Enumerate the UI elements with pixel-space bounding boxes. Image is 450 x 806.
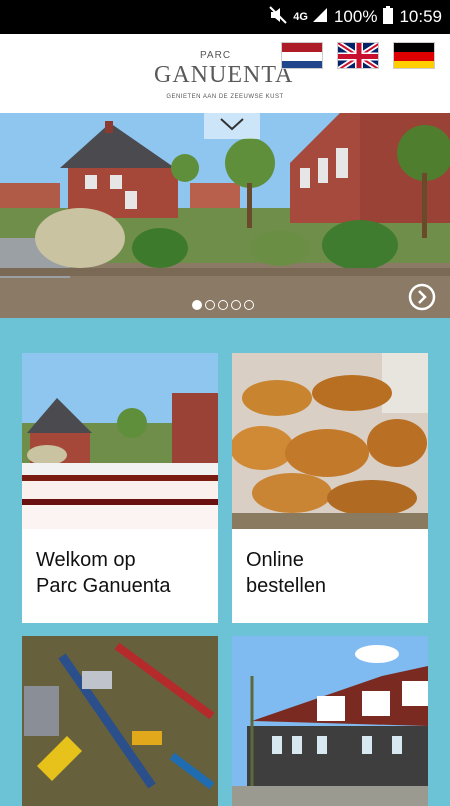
arrow-right-circle-icon[interactable] [408,283,436,311]
carousel-dot[interactable] [218,300,228,310]
tile-image-croissants [232,353,428,529]
app-header: PARC GANUENTA GENIETEN AAN DE ZEEUWSE KU… [0,34,450,113]
battery-percent: 100% [333,7,378,26]
carousel-dot[interactable] [244,300,254,310]
tile-label: Online bestellen [246,547,426,599]
network-type: 4G [293,11,308,23]
tile-houses[interactable] [232,636,428,806]
tile-label-line2: Parc Ganuenta [36,575,171,597]
tile-image-holiday-houses [232,636,428,806]
logo-tagline: GENIETEN AAN DE ZEEUWSE KUST [166,94,284,100]
carousel-indicators [192,300,254,310]
collapse-toggle[interactable] [204,113,260,139]
tile-image-tools [22,636,218,806]
tile-label-line1: Online [246,549,304,571]
chevron-down-icon [219,116,245,137]
battery-icon [383,5,394,29]
clock: 10:59 [399,7,442,26]
netherlands-flag-icon[interactable] [281,42,323,69]
tile-image-houses [22,353,218,529]
uk-flag-icon[interactable] [337,42,379,69]
carousel-dot[interactable] [205,300,215,310]
signal-icon [312,7,328,28]
status-bar: 4G 100% 10:59 [0,0,450,34]
logo-small-text: PARC [200,50,232,61]
parc-ganuenta-logo[interactable]: PARC GANUENTA GENIETEN AAN DE ZEEUWSE KU… [150,50,300,106]
status-icons: 4G 100% 10:59 [269,0,442,34]
hero-image [0,113,450,318]
tile-tools[interactable] [22,636,218,806]
germany-flag-icon[interactable] [393,42,435,69]
tile-online-bestellen[interactable]: Online bestellen [232,353,428,623]
tile-label-line1: Welkom op [36,549,136,571]
carousel-dot[interactable] [231,300,241,310]
hero-carousel[interactable] [0,113,450,318]
logo-name: GANUENTA [154,62,294,88]
tile-welkom[interactable]: Welkom op Parc Ganuenta [22,353,218,623]
mute-icon [269,5,287,29]
carousel-dot[interactable] [192,300,202,310]
tile-label-line2: bestellen [246,575,327,597]
tile-label: Welkom op Parc Ganuenta [36,547,216,599]
